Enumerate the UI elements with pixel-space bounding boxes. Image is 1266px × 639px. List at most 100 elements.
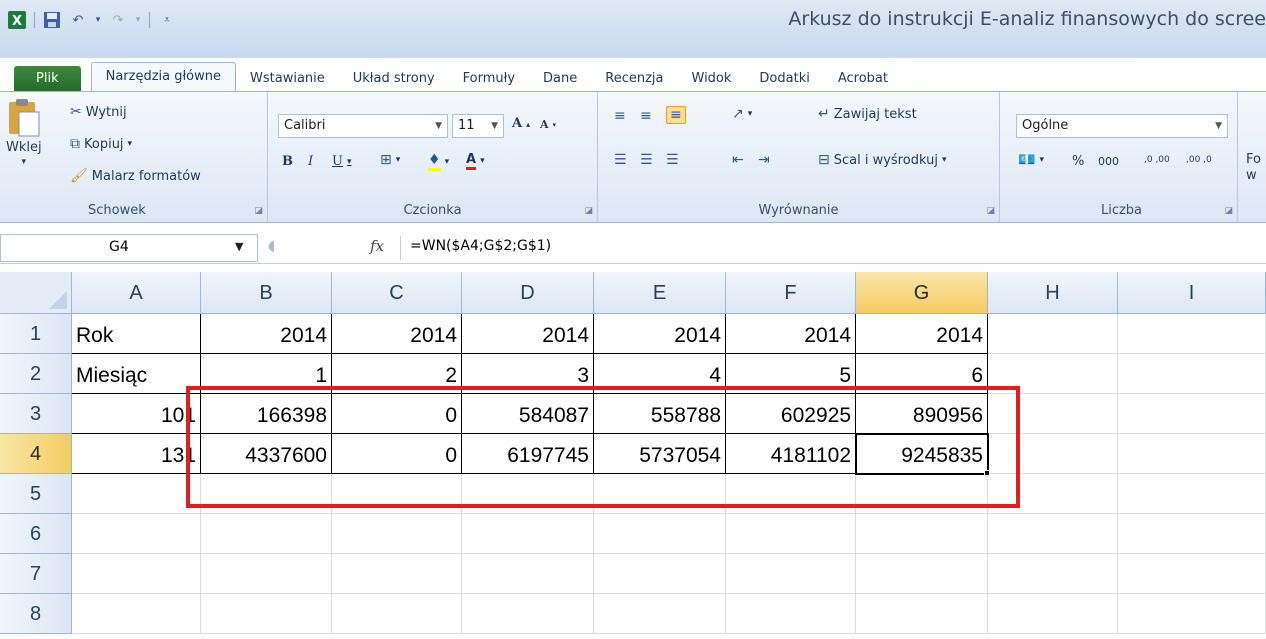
cell-i5[interactable] [1118, 474, 1266, 514]
cell-i8[interactable] [1118, 594, 1266, 634]
increase-decimal-button[interactable]: ,0 ,00 [1144, 155, 1170, 165]
cell-c7[interactable] [332, 554, 462, 594]
cell-e4[interactable]: 5737054 [594, 434, 726, 474]
row-header-3[interactable]: 3 [0, 394, 72, 434]
cell-g1[interactable]: 2014 [856, 314, 988, 354]
cell-d6[interactable] [462, 514, 594, 554]
cell-c8[interactable] [332, 594, 462, 634]
cell-a4[interactable]: 131 [72, 434, 201, 474]
column-header-c[interactable]: C [332, 272, 462, 314]
decrease-decimal-button[interactable]: ,00 ,0 [1186, 155, 1212, 165]
borders-button[interactable]: ⊞ ▾ [380, 152, 400, 168]
cell-d1[interactable]: 2014 [462, 314, 594, 354]
cell-h4[interactable] [988, 434, 1118, 474]
tab-page-layout[interactable]: Układ strony [339, 66, 449, 92]
cell-h2[interactable] [988, 354, 1118, 394]
cell-d8[interactable] [462, 594, 594, 634]
alignment-launcher-icon[interactable]: ◪ [986, 206, 995, 216]
paste-button[interactable]: Wklej ▾ [6, 98, 42, 167]
decrease-indent-button[interactable]: ⇤ [732, 152, 744, 168]
align-top-button[interactable]: ≡ [614, 108, 626, 124]
percent-button[interactable]: % [1072, 154, 1084, 169]
tab-file[interactable]: Plik [14, 66, 81, 92]
cell-h8[interactable] [988, 594, 1118, 634]
customize-qat-icon[interactable]: ⩡ [156, 9, 178, 31]
row-header-7[interactable]: 7 [0, 554, 72, 594]
cell-d4[interactable]: 6197745 [462, 434, 594, 474]
cell-f1[interactable]: 2014 [726, 314, 856, 354]
cell-c4[interactable]: 0 [332, 434, 462, 474]
cell-a8[interactable] [72, 594, 201, 634]
merge-center-button[interactable]: ⊟ Scal i wyśrodkuj ▾ [818, 152, 946, 168]
cell-c3[interactable]: 0 [332, 394, 462, 434]
currency-button[interactable]: 💶 ▾ [1018, 152, 1044, 168]
tab-addins[interactable]: Dodatki [745, 66, 823, 92]
cell-d3[interactable]: 584087 [462, 394, 594, 434]
cell-f2[interactable]: 5 [726, 354, 856, 394]
cell-h3[interactable] [988, 394, 1118, 434]
save-icon[interactable] [41, 9, 63, 31]
fill-color-button[interactable]: ♦ ▾ [428, 152, 449, 171]
cell-a2[interactable]: Miesiąc [72, 354, 201, 394]
wrap-text-button[interactable]: ↵ Zawijaj tekst [818, 106, 917, 122]
shrink-font-button[interactable]: A ▾ [540, 118, 556, 131]
cell-e5[interactable] [594, 474, 726, 514]
cell-b2[interactable]: 1 [201, 354, 332, 394]
tab-insert[interactable]: Wstawianie [236, 66, 339, 92]
bold-button[interactable]: B [282, 154, 293, 169]
cell-a6[interactable] [72, 514, 201, 554]
cell-b3[interactable]: 166398 [201, 394, 332, 434]
row-header-5[interactable]: 5 [0, 474, 72, 514]
font-name-combo[interactable]: Calibri ▼ [278, 114, 448, 138]
cell-b5[interactable] [201, 474, 332, 514]
cell-c2[interactable]: 2 [332, 354, 462, 394]
cell-a7[interactable] [72, 554, 201, 594]
font-launcher-icon[interactable]: ◪ [584, 206, 593, 216]
fill-handle[interactable] [984, 470, 990, 476]
cell-e3[interactable]: 558788 [594, 394, 726, 434]
cell-b8[interactable] [201, 594, 332, 634]
cell-g2[interactable]: 6 [856, 354, 988, 394]
insert-function-icon[interactable]: fx [370, 237, 384, 255]
cell-f5[interactable] [726, 474, 856, 514]
cell-c6[interactable] [332, 514, 462, 554]
tab-home[interactable]: Narzędzia główne [90, 62, 237, 92]
cell-e6[interactable] [594, 514, 726, 554]
styles-partial-button[interactable]: Fo w [1246, 152, 1266, 184]
clipboard-launcher-icon[interactable]: ◪ [254, 206, 263, 216]
cell-i4[interactable] [1118, 434, 1266, 474]
excel-logo-icon[interactable]: X [6, 9, 28, 31]
cell-h1[interactable] [988, 314, 1118, 354]
row-header-6[interactable]: 6 [0, 514, 72, 554]
cell-g6[interactable] [856, 514, 988, 554]
cell-b1[interactable]: 2014 [201, 314, 332, 354]
column-header-e[interactable]: E [594, 272, 726, 314]
cell-i1[interactable] [1118, 314, 1266, 354]
increase-indent-button[interactable]: ⇥ [758, 152, 770, 168]
cell-h5[interactable] [988, 474, 1118, 514]
row-header-8[interactable]: 8 [0, 594, 72, 634]
cell-b7[interactable] [201, 554, 332, 594]
cell-b4[interactable]: 4337600 [201, 434, 332, 474]
cell-g7[interactable] [856, 554, 988, 594]
cell-g8[interactable] [856, 594, 988, 634]
format-painter-button[interactable]: 🖌 Malarz formatów [70, 168, 201, 184]
italic-button[interactable]: I [308, 154, 313, 169]
redo-icon[interactable]: ↷ [107, 9, 129, 31]
row-header-4[interactable]: 4 [0, 434, 72, 474]
align-bottom-button[interactable]: ≡ [666, 106, 686, 124]
row-header-2[interactable]: 2 [0, 354, 72, 394]
cell-d5[interactable] [462, 474, 594, 514]
font-color-button[interactable]: A ▾ [466, 152, 485, 170]
cell-g4[interactable]: 9245835 [856, 434, 988, 474]
cell-e7[interactable] [594, 554, 726, 594]
cell-e2[interactable]: 4 [594, 354, 726, 394]
name-box[interactable]: G4 ▼ [0, 234, 258, 262]
cell-a3[interactable]: 101 [72, 394, 201, 434]
cell-h7[interactable] [988, 554, 1118, 594]
cell-i3[interactable] [1118, 394, 1266, 434]
orientation-button[interactable]: ↗ ▾ [732, 106, 752, 122]
tab-formulas[interactable]: Formuły [449, 66, 529, 92]
align-left-button[interactable]: ☰ [614, 152, 627, 168]
underline-button[interactable]: U ▾ [332, 154, 352, 169]
